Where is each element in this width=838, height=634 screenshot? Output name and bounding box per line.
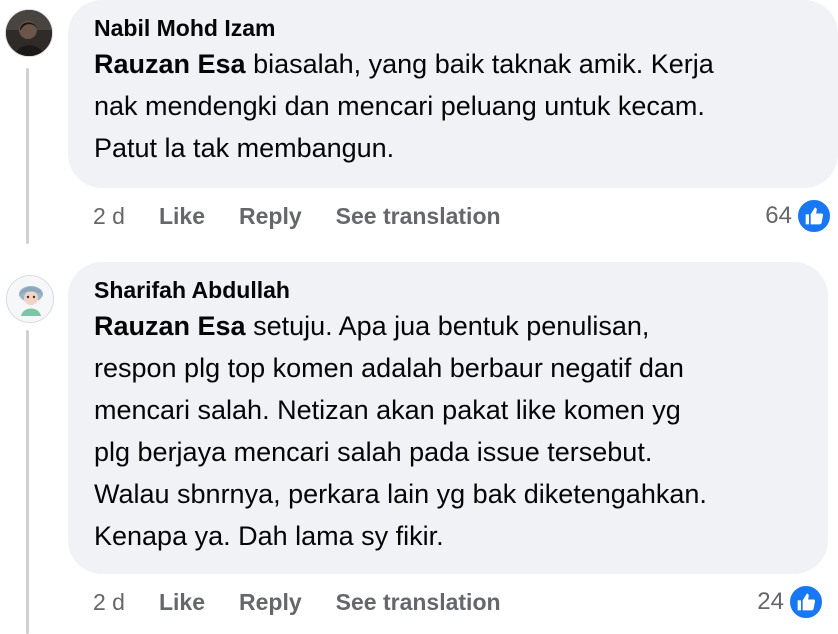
reaction-summary[interactable]: 24	[757, 583, 824, 621]
see-translation-button[interactable]: See translation	[336, 589, 501, 616]
comment-actions: 2 d Like Reply See translation	[93, 585, 535, 619]
like-button[interactable]: Like	[159, 589, 205, 616]
comment-time[interactable]: 2 d	[93, 589, 125, 616]
comment-bubble: Nabil Mohd Izam Rauzan Esa biasalah, yan…	[68, 0, 838, 188]
thumbs-up-icon	[788, 584, 824, 620]
reaction-count: 24	[757, 588, 784, 615]
reaction-summary[interactable]: 64	[765, 197, 832, 235]
profile-photo-icon	[7, 276, 53, 322]
thread-line	[26, 330, 29, 634]
thumbs-up-icon	[796, 198, 832, 234]
comment-body: setuju. Apa jua bentuk penulisan, respon…	[94, 311, 707, 551]
comment-author[interactable]: Nabil Mohd Izam	[94, 13, 814, 43]
comment-actions: 2 d Like Reply See translation	[93, 199, 535, 233]
mention-link[interactable]: Rauzan Esa	[94, 311, 246, 341]
comment-bubble: Sharifah Abdullah Rauzan Esa setuju. Apa…	[68, 262, 828, 574]
avatar[interactable]	[5, 9, 53, 57]
comment-author[interactable]: Sharifah Abdullah	[94, 275, 804, 305]
thread-line	[26, 68, 29, 244]
reaction-count: 64	[765, 202, 792, 229]
see-translation-button[interactable]: See translation	[336, 203, 501, 230]
avatar[interactable]	[6, 275, 54, 323]
mention-link[interactable]: Rauzan Esa	[94, 49, 246, 79]
comment-text: Rauzan Esa biasalah, yang baik taknak am…	[94, 43, 814, 169]
reply-button[interactable]: Reply	[239, 203, 302, 230]
reply-button[interactable]: Reply	[239, 589, 302, 616]
comment-time[interactable]: 2 d	[93, 203, 125, 230]
like-button[interactable]: Like	[159, 203, 205, 230]
profile-photo-icon	[6, 10, 52, 56]
comment-text: Rauzan Esa setuju. Apa jua bentuk penuli…	[94, 305, 804, 557]
